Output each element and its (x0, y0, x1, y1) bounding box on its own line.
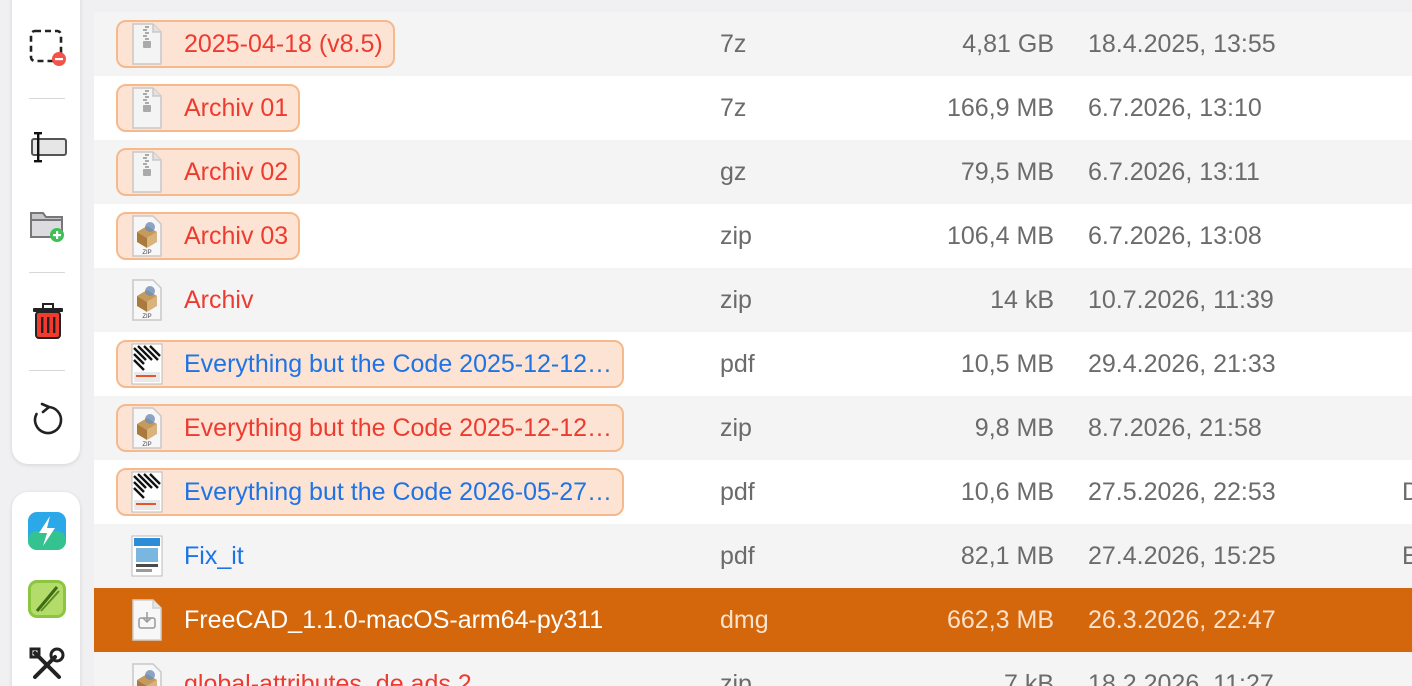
archive-icon (130, 22, 164, 66)
zip-icon: ZIP (130, 214, 164, 258)
file-name-cell[interactable]: ZIP Archiv (116, 276, 265, 324)
file-kind: zip (720, 222, 752, 250)
file-size: 106,4 MB (946, 222, 1054, 250)
file-size: 10,5 MB (960, 350, 1054, 378)
file-name-cell[interactable]: Archiv 02 (116, 148, 301, 196)
file-name: Fix_it (184, 541, 244, 570)
rename-icon[interactable] (28, 128, 68, 168)
magazine-thumbnail-icon (130, 534, 164, 578)
file-kind: 7z (720, 94, 747, 122)
file-name-cell[interactable]: ZIP Everything but the Code 2025-12-12… (116, 404, 625, 452)
file-size: 662,3 MB (946, 606, 1054, 634)
file-size: 14 kB (990, 286, 1054, 314)
file-date: 27.5.2026, 22:53 (1088, 478, 1276, 506)
file-size: 79,5 MB (960, 158, 1054, 186)
file-row[interactable]: ZIP Archiv 03 zip 106,4 MB 6.7.2026, 13:… (94, 204, 1412, 268)
file-row[interactable]: Everything but the Code 2025-12-12… pdf … (94, 332, 1412, 396)
file-name: Everything but the Code 2025-12-12… (184, 349, 613, 378)
file-kind: pdf (720, 542, 755, 570)
zip-icon: ZIP (130, 662, 164, 686)
file-name-cell[interactable]: 2025-04-18 (v8.5) (116, 20, 395, 68)
file-name: Archiv 01 (184, 93, 289, 122)
archive-icon (130, 86, 164, 130)
file-extra: D (1402, 478, 1412, 506)
file-date: 10.7.2026, 11:39 (1088, 286, 1274, 314)
file-name-cell[interactable]: Everything but the Code 2026-05-27… (116, 468, 625, 516)
pdf-thumbnail-icon (130, 342, 164, 386)
file-name: FreeCAD_1.1.0-macOS-arm64-py311 (184, 605, 604, 634)
tools-app-icon[interactable] (26, 644, 68, 686)
toolbar (12, 0, 80, 464)
file-name: Archiv (184, 285, 254, 314)
file-row[interactable]: ZIP Everything but the Code 2025-12-12… … (94, 396, 1412, 460)
shortcuts-app-icon[interactable] (26, 510, 68, 552)
file-name-cell[interactable]: Fix_it (116, 532, 256, 580)
file-row[interactable]: ZIP global-attributes_de.ads 2 zip 7 kB … (94, 652, 1412, 686)
file-kind: zip (720, 670, 752, 686)
archive-icon (130, 150, 164, 194)
file-size: 10,6 MB (960, 478, 1054, 506)
file-size: 7 kB (1003, 670, 1054, 686)
file-row[interactable]: Archiv 02 gz 79,5 MB 6.7.2026, 13:11 (94, 140, 1412, 204)
trash-icon[interactable] (28, 302, 68, 342)
file-date: 8.7.2026, 21:58 (1088, 414, 1262, 442)
file-kind: 7z (720, 30, 747, 58)
svg-text:ZIP: ZIP (142, 250, 151, 256)
file-date: 6.7.2026, 13:10 (1088, 94, 1262, 122)
pdf-thumbnail-icon (130, 470, 164, 514)
file-kind: zip (720, 414, 752, 442)
file-row[interactable]: Archiv 01 7z 166,9 MB 6.7.2026, 13:10 (94, 76, 1412, 140)
file-size: 166,9 MB (946, 94, 1054, 122)
file-name-cell[interactable]: ZIP Archiv 03 (116, 212, 301, 260)
svg-text:ZIP: ZIP (142, 442, 151, 448)
zip-icon: ZIP (130, 406, 164, 450)
file-name-cell[interactable]: FreeCAD_1.1.0-macOS-arm64-py311 (116, 596, 615, 644)
textmate-app-icon[interactable] (26, 578, 68, 620)
file-row[interactable]: ZIP Archiv zip 14 kB 10.7.2026, 11:39 (94, 268, 1412, 332)
file-date: 6.7.2026, 13:08 (1088, 222, 1262, 250)
file-name: global-attributes_de.ads 2 (184, 669, 472, 686)
toolbar-divider (29, 370, 65, 371)
file-name: Everything but the Code 2026-05-27… (184, 477, 613, 506)
file-date: 26.3.2026, 22:47 (1088, 606, 1276, 634)
file-name: 2025-04-18 (v8.5) (184, 29, 383, 58)
file-size: 9,8 MB (974, 414, 1054, 442)
file-date: 27.4.2026, 15:25 (1088, 542, 1276, 570)
file-date: 29.4.2026, 21:33 (1088, 350, 1276, 378)
file-name-cell[interactable]: Archiv 01 (116, 84, 301, 132)
refresh-icon[interactable] (28, 400, 68, 440)
toolbar-divider (29, 272, 65, 273)
file-kind: dmg (720, 606, 769, 634)
file-name: Archiv 03 (184, 221, 289, 250)
file-kind: zip (720, 286, 752, 314)
new-folder-icon[interactable] (28, 204, 68, 244)
file-row[interactable]: Fix_it pdf 82,1 MB 27.4.2026, 15:25 E (94, 524, 1412, 588)
file-kind: pdf (720, 350, 755, 378)
toolbar-divider (29, 98, 65, 99)
app-dock (12, 492, 80, 686)
file-kind: pdf (720, 478, 755, 506)
file-name-cell[interactable]: Everything but the Code 2025-12-12… (116, 340, 625, 388)
file-row[interactable]: FreeCAD_1.1.0-macOS-arm64-py311 dmg 662,… (94, 588, 1412, 652)
disk-image-icon (130, 598, 164, 642)
file-list: 2025-04-18 (v8.5) 7z 4,81 GB 18.4.2025, … (94, 12, 1412, 686)
file-row[interactable]: 2025-04-18 (v8.5) 7z 4,81 GB 18.4.2025, … (94, 12, 1412, 76)
file-name: Archiv 02 (184, 157, 289, 186)
file-name-cell[interactable]: ZIP global-attributes_de.ads 2 (116, 660, 484, 686)
deselect-icon[interactable] (28, 28, 68, 68)
file-kind: gz (720, 158, 747, 186)
file-name: Everything but the Code 2025-12-12… (184, 413, 613, 442)
file-size: 4,81 GB (962, 30, 1054, 58)
file-size: 82,1 MB (960, 542, 1054, 570)
svg-text:ZIP: ZIP (142, 314, 151, 320)
zip-icon: ZIP (130, 278, 164, 322)
file-row[interactable]: Everything but the Code 2026-05-27… pdf … (94, 460, 1412, 524)
file-extra: E (1402, 542, 1412, 570)
file-date: 18.2.2026, 11:27 (1088, 670, 1274, 686)
file-date: 18.4.2025, 13:55 (1088, 30, 1276, 58)
file-date: 6.7.2026, 13:11 (1088, 158, 1260, 186)
